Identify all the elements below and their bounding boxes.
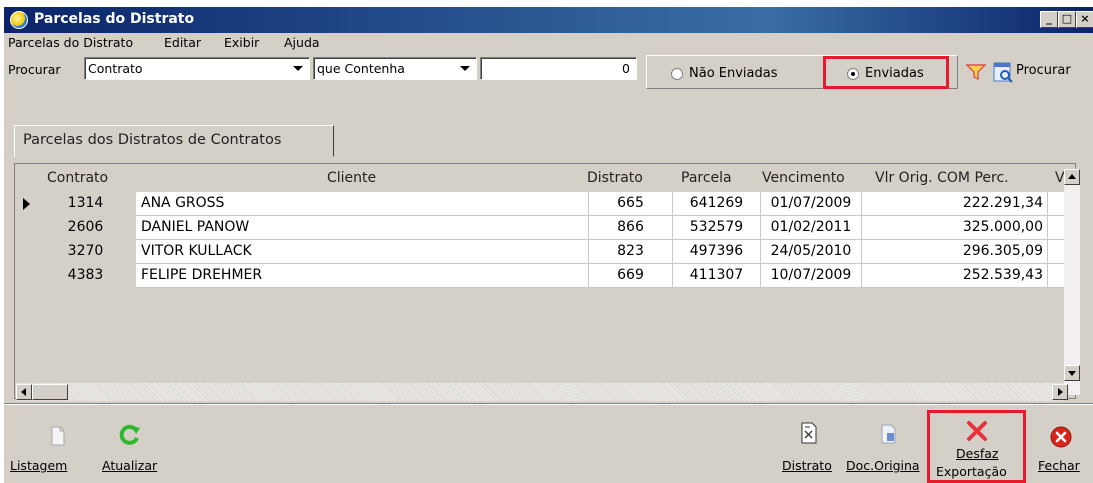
- cell-cliente: FELIPE DREHMER: [136, 264, 589, 288]
- arrow-right-icon: [1058, 388, 1063, 396]
- table-row[interactable]: 3270 VITOR KULLACK 823 497396 24/05/2010…: [15, 240, 1075, 264]
- minimize-button[interactable]: _: [1040, 11, 1058, 28]
- cell-cliente: ANA GROSS: [136, 192, 589, 216]
- cell-parcela: 497396: [673, 240, 761, 264]
- close-icon[interactable]: [1050, 426, 1072, 448]
- col-header-contrato[interactable]: Contrato: [47, 170, 108, 186]
- search-input[interactable]: 0: [480, 57, 637, 80]
- filter-icon[interactable]: [966, 63, 986, 81]
- menu-exibir[interactable]: Exibir: [224, 35, 259, 50]
- scroll-left-button[interactable]: [16, 384, 32, 400]
- refresh-icon[interactable]: [118, 424, 142, 446]
- menu-ajuda[interactable]: Ajuda: [284, 35, 320, 50]
- cell-contrato: 1314: [35, 192, 136, 216]
- cell-parcela: 532579: [673, 216, 761, 240]
- search-button[interactable]: Procurar: [1016, 63, 1071, 78]
- scroll-right-button[interactable]: [1052, 384, 1068, 400]
- cell-distrato: 823: [589, 240, 673, 264]
- row-indicator: [15, 240, 35, 264]
- cell-distrato: 665: [589, 192, 673, 216]
- cell-vencimento: 01/02/2011: [761, 216, 862, 240]
- cancel-x-icon[interactable]: [966, 420, 988, 442]
- menu-editar[interactable]: Editar: [164, 35, 201, 50]
- cell-vlr-orig: 252.539,43: [862, 264, 1048, 288]
- main-window: Parcelas do Distrato _ □ × Parcelas do D…: [3, 6, 1093, 483]
- desfaz-label-line1[interactable]: Desfaz: [956, 446, 998, 461]
- doc-original-button[interactable]: Doc.Origina: [846, 458, 920, 473]
- grid-header: Contrato Cliente Distrato Parcela Vencim…: [15, 164, 1075, 192]
- document-icon[interactable]: [50, 426, 66, 446]
- cell-contrato: 2606: [35, 216, 136, 240]
- highlight-enviadas: [823, 56, 949, 89]
- atualizar-button[interactable]: Atualizar: [102, 458, 157, 473]
- menu-parcelas-do-distrato[interactable]: Parcelas do Distrato: [8, 35, 133, 50]
- cell-parcela: 411307: [673, 264, 761, 288]
- horizontal-scrollbar[interactable]: [16, 383, 1068, 401]
- window-title: Parcelas do Distrato: [34, 11, 195, 27]
- doc-original-icon[interactable]: [880, 424, 898, 444]
- search-field-value: Contrato: [88, 61, 143, 76]
- cell-distrato: 866: [589, 216, 673, 240]
- desfaz-label-line2[interactable]: Exportação: [936, 464, 1007, 479]
- row-indicator: [15, 216, 35, 240]
- scroll-up-button[interactable]: [1064, 169, 1080, 185]
- arrow-up-icon: [1068, 174, 1076, 179]
- listagem-button[interactable]: Listagem: [10, 458, 67, 473]
- cell-parcela: 641269: [673, 192, 761, 216]
- col-header-parcela[interactable]: Parcela: [681, 170, 732, 186]
- filter-radio-group: Não Enviadas Enviadas: [646, 55, 958, 89]
- current-row-arrow-icon: [23, 198, 30, 210]
- close-window-button[interactable]: ×: [1076, 11, 1093, 28]
- cell-contrato: 4383: [35, 264, 136, 288]
- maximize-button[interactable]: □: [1058, 11, 1076, 28]
- cell-distrato: 669: [589, 264, 673, 288]
- search-field-select[interactable]: Contrato: [84, 57, 310, 80]
- row-indicator: [15, 192, 35, 216]
- cell-vencimento: 01/07/2009: [761, 192, 862, 216]
- scroll-thumb[interactable]: [32, 384, 68, 400]
- chevron-down-icon: [293, 66, 303, 71]
- table-row[interactable]: 2606 DANIEL PANOW 866 532579 01/02/2011 …: [15, 216, 1075, 240]
- row-indicator: [15, 264, 35, 288]
- radio-nao-enviadas[interactable]: [671, 68, 683, 80]
- title-bar[interactable]: Parcelas do Distrato _ □ ×: [4, 7, 1093, 33]
- data-grid: Contrato Cliente Distrato Parcela Vencim…: [14, 163, 1076, 399]
- search-operator-value: que Contenha: [317, 61, 405, 76]
- search-icon[interactable]: [992, 61, 1014, 83]
- contract-document-icon[interactable]: [800, 422, 818, 444]
- search-label: Procurar: [8, 62, 61, 77]
- cell-contrato: 3270: [35, 240, 136, 264]
- table-row[interactable]: 4383 FELIPE DREHMER 669 411307 10/07/200…: [15, 264, 1075, 288]
- cell-vencimento: 24/05/2010: [761, 240, 862, 264]
- table-row[interactable]: 1314 ANA GROSS 665 641269 01/07/2009 222…: [15, 192, 1075, 216]
- cell-cliente: VITOR KULLACK: [136, 240, 589, 264]
- cell-vlr-orig: 222.291,34: [862, 192, 1048, 216]
- cell-vlr-orig: 296.305,09: [862, 240, 1048, 264]
- vertical-scrollbar[interactable]: [1064, 169, 1080, 395]
- cell-vencimento: 10/07/2009: [761, 264, 862, 288]
- arrow-left-icon: [21, 388, 26, 396]
- cell-cliente: DANIEL PANOW: [136, 216, 589, 240]
- search-input-value: 0: [622, 61, 630, 76]
- col-header-vencimento[interactable]: Vencimento: [762, 170, 845, 186]
- app-icon: [10, 11, 28, 29]
- chevron-down-icon: [460, 66, 470, 71]
- col-header-vlr-orig[interactable]: Vlr Orig. COM Perc.: [875, 170, 1009, 186]
- distrato-button[interactable]: Distrato: [782, 458, 832, 473]
- arrow-down-icon: [1068, 371, 1076, 376]
- col-header-cliente[interactable]: Cliente: [327, 170, 376, 186]
- col-header-distrato[interactable]: Distrato: [587, 170, 643, 186]
- tab-parcelas-distratos[interactable]: Parcelas dos Distratos de Contratos: [14, 125, 334, 157]
- radio-nao-enviadas-label[interactable]: Não Enviadas: [689, 66, 778, 81]
- search-operator-select[interactable]: que Contenha: [313, 57, 477, 80]
- search-toolbar: Procurar Contrato que Contenha 0 Não Env…: [4, 53, 1093, 89]
- menu-bar: Parcelas do Distrato Editar Exibir Ajuda: [4, 33, 1093, 53]
- fechar-button[interactable]: Fechar: [1038, 458, 1080, 473]
- bottom-toolbar: Listagem Atualizar Distrato Doc.Origina …: [4, 403, 1093, 483]
- cell-vlr-orig: 325.000,00: [862, 216, 1048, 240]
- scroll-down-button[interactable]: [1064, 365, 1080, 381]
